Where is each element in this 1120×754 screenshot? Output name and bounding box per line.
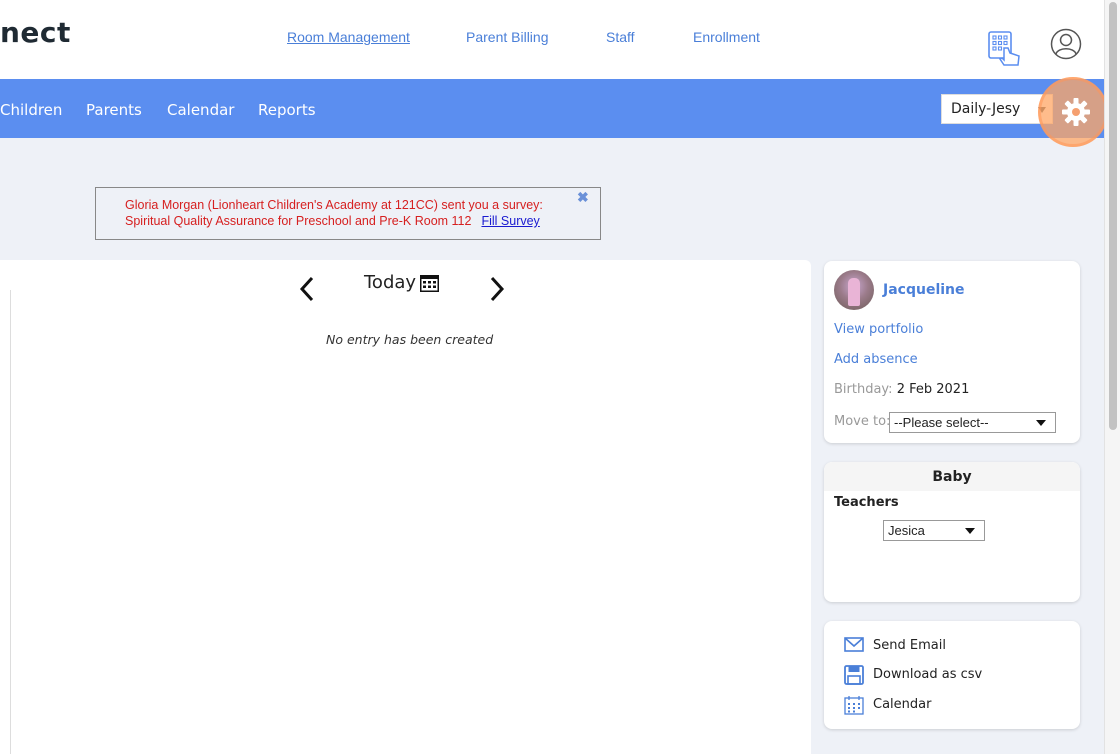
- fill-survey-link[interactable]: Fill Survey: [481, 214, 539, 228]
- send-email-label: Send Email: [873, 638, 946, 653]
- calendar-label: Calendar: [873, 697, 932, 712]
- birthday-label: Birthday:: [834, 382, 893, 397]
- nav-parents[interactable]: Parents: [86, 101, 142, 119]
- move-to-value: --Please select--: [894, 415, 989, 430]
- child-name[interactable]: Jacqueline: [883, 282, 965, 298]
- settings-button[interactable]: [1038, 77, 1108, 147]
- save-icon: [844, 665, 864, 685]
- chevron-down-icon: [1036, 420, 1046, 426]
- app-logo: nect: [0, 16, 71, 49]
- envelope-icon: [844, 637, 864, 652]
- birthday-value: 2 Feb 2021: [896, 382, 970, 397]
- date-label: Today: [364, 272, 417, 293]
- room-dropdown-value: Daily-Jesy: [951, 101, 1021, 117]
- room-card: Baby Teachers Jesica: [824, 462, 1080, 602]
- empty-state-message: No entry has been created: [326, 332, 494, 347]
- download-csv-label: Download as csv: [873, 667, 983, 682]
- calendar-icon[interactable]: [419, 274, 440, 293]
- view-portfolio-link[interactable]: View portfolio: [834, 322, 923, 337]
- teacher-dropdown[interactable]: Jesica: [883, 520, 985, 541]
- room-dropdown[interactable]: Daily-Jesy: [941, 94, 1053, 124]
- close-icon[interactable]: ✖: [577, 189, 589, 206]
- child-info-card: Jacqueline View portfolio Add absence Bi…: [824, 261, 1080, 443]
- move-to-label-row: Move to:: [834, 414, 890, 429]
- add-absence-link[interactable]: Add absence: [834, 352, 918, 367]
- survey-notification: Gloria Morgan (Lionheart Children's Acad…: [95, 187, 601, 240]
- move-to-label: Move to:: [834, 414, 891, 429]
- teachers-label: Teachers: [834, 495, 899, 510]
- main-nav-bar: Children Parents Calendar Reports: [0, 79, 1104, 138]
- actions-card: Send Email Download as csv Calendar: [824, 621, 1080, 729]
- nav-enrollment[interactable]: Enrollment: [693, 29, 760, 45]
- chevron-right-icon[interactable]: [486, 274, 508, 304]
- gear-icon: [1062, 98, 1090, 126]
- user-profile-icon[interactable]: [1050, 28, 1082, 60]
- survey-title: Spiritual Quality Assurance for Preschoo…: [125, 214, 472, 228]
- room-title: Baby: [824, 462, 1080, 491]
- chevron-left-icon[interactable]: [296, 274, 318, 304]
- teacher-value: Jesica: [888, 523, 925, 538]
- diary-panel: Today No entry has been created: [0, 260, 811, 754]
- scrollbar-thumb[interactable]: [1109, 2, 1117, 430]
- nav-reports[interactable]: Reports: [258, 101, 316, 119]
- page-scrollbar[interactable]: [1104, 0, 1120, 754]
- nav-children[interactable]: Children: [0, 101, 62, 119]
- calendar-icon: [844, 696, 864, 715]
- nav-calendar[interactable]: Calendar: [167, 101, 234, 119]
- keypad-icon[interactable]: [988, 31, 1022, 67]
- divider: [10, 290, 11, 754]
- top-header: nect Room Management Parent Billing Staf…: [0, 0, 1104, 79]
- nav-room-management[interactable]: Room Management: [287, 29, 410, 45]
- chevron-down-icon: [965, 528, 975, 534]
- nav-staff[interactable]: Staff: [606, 29, 635, 45]
- survey-message-line2: Spiritual Quality Assurance for Preschoo…: [125, 214, 540, 228]
- survey-message-line1: Gloria Morgan (Lionheart Children's Acad…: [125, 198, 543, 212]
- nav-parent-billing[interactable]: Parent Billing: [466, 29, 549, 45]
- avatar: [834, 270, 874, 310]
- move-to-dropdown[interactable]: --Please select--: [889, 412, 1056, 433]
- birthday-row: Birthday: 2 Feb 2021: [834, 382, 969, 397]
